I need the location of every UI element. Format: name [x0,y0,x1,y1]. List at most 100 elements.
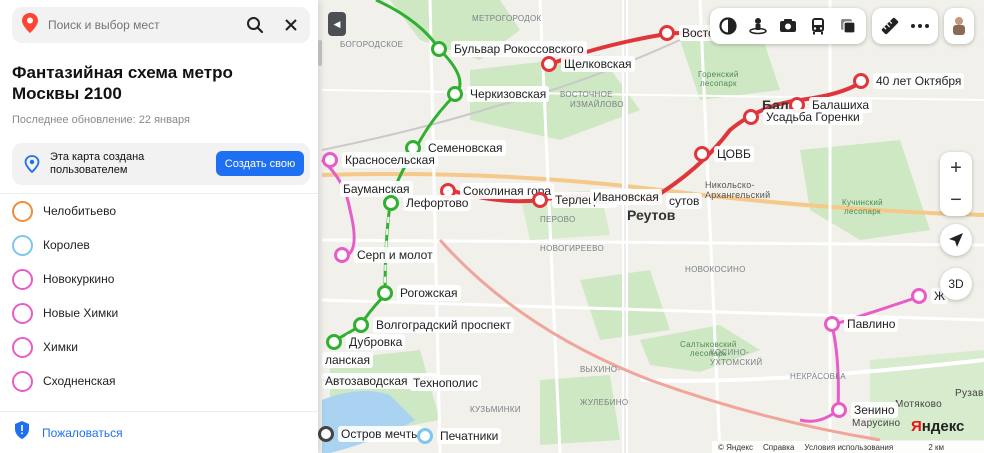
zoom-in-button[interactable]: + [940,152,972,184]
station-name: Павлино [844,316,899,332]
station-dot [694,146,710,162]
station-name: Печатники [437,428,502,444]
station-marker[interactable]: 40 лет Октября [853,73,965,89]
station-marker[interactable]: Дубровка [326,334,406,350]
left-panel: Фантазийная схема метро Москвы 2100 Посл… [0,0,318,453]
line-list-item[interactable]: Новые Химки [0,296,318,330]
line-color-icon [12,268,33,290]
station-dot [383,195,399,211]
close-icon[interactable] [274,7,308,43]
station-marker[interactable]: ЦОВБ [694,146,754,162]
line-list-item[interactable]: Королев [0,228,318,262]
create-own-map-button[interactable]: Создать свою [216,151,304,176]
station-marker[interactable]: Печатники [417,428,502,444]
station-marker[interactable]: Красносельская [322,152,438,168]
station-marker[interactable]: Черкизовская [447,86,550,102]
station-marker[interactable]: Зенино [831,402,898,418]
station-name: Красносельская [342,152,438,168]
my-location-button[interactable] [940,224,972,256]
district-label: НОВОГИРЕЕВО [540,244,604,253]
last-updated-text: Последнее обновление: 22 января [12,114,190,126]
line-color-icon [12,234,33,256]
station-dot [911,288,927,304]
place-label: Рузаво [955,388,984,399]
user-map-notice: Эта карта создана пользователем Создать … [12,143,310,185]
zoom-out-button[interactable]: − [940,184,972,216]
line-name: Новые Химки [43,306,119,320]
station-dot [532,192,548,208]
station-marker[interactable]: Технополис [410,375,481,391]
panel-scrollbar[interactable] [318,40,322,66]
line-list-item[interactable]: Челобитьево [0,194,318,228]
station-marker[interactable]: Щелковская [541,56,635,72]
station-marker[interactable]: Павлино [824,316,899,332]
search-icon[interactable] [238,7,272,43]
park-label: Кучинский лесопарк [842,198,883,216]
station-marker[interactable]: Лефортово [383,195,472,211]
user-avatar[interactable] [944,8,974,44]
station-marker[interactable]: Рогожская [377,285,461,301]
lines-list: Челобитьево Королев Новокуркино Новые Химки… [0,193,318,411]
station-dot [743,109,759,125]
district-label: ЖУЛЕБИНО [580,398,629,407]
station-dot [659,25,675,41]
line-list-item[interactable]: Химки [0,330,318,364]
search-input[interactable] [48,18,228,32]
station-name: Серп и молот [354,247,436,263]
transport-icon[interactable] [803,11,833,41]
line-list-item[interactable]: Сходненская [0,364,318,398]
station-name: Технополис [410,375,481,391]
ruler-icon[interactable] [875,11,905,41]
station-name: Черкизовская [467,86,550,102]
station-dot [541,56,557,72]
station-marker[interactable]: Восто [659,25,718,41]
terms-link[interactable]: Условия использования [804,443,893,452]
navigation-arrow-icon [949,233,963,247]
collapse-panel-button[interactable]: ◀ [328,12,346,36]
search-bar[interactable] [12,7,310,43]
station-name: Щелковская [561,56,635,72]
layers-toolbar [710,8,866,44]
station-marker[interactable]: Усадьба Горенки [743,109,863,125]
district-label: НОВОКОСИНО [685,265,746,274]
place-label: Марусино [852,418,901,429]
station-marker[interactable]: Волгоградский проспект [353,317,514,333]
camera-icon[interactable] [773,11,803,41]
district-label: УХТОМСКИЙ [710,358,763,367]
place-label: Мотяково [895,399,942,410]
district-label: БОГОРОДСКОЕ [340,40,404,49]
map-type-icon[interactable] [833,11,863,41]
line-name: Новокуркино [43,272,115,286]
line-color-icon [12,370,33,392]
avatar-icon [953,17,965,35]
line-list-item[interactable]: Новокуркино [0,262,318,296]
map-layers-icon[interactable] [713,11,743,41]
station-marker[interactable]: Бульвар Рокоссовского [431,41,587,57]
copyright-link[interactable]: © Яндекс [718,443,753,452]
station-name: Лефортово [403,195,472,211]
panorama-icon[interactable] [743,11,773,41]
line-name: Королев [43,238,90,252]
help-link[interactable]: Справка [763,443,794,452]
line-name: Челобитьево [43,204,116,218]
scale-label: 2 км [928,442,944,452]
more-icon[interactable] [905,11,935,41]
station-name: ланская [322,352,373,368]
station-name: Зенино [851,402,898,418]
line-color-icon [12,200,33,222]
station-marker[interactable]: Ивановская [590,189,662,205]
station-marker[interactable]: ланская [322,352,373,368]
three-d-button[interactable]: 3D [940,268,972,300]
station-marker[interactable]: Остров мечты [318,426,423,442]
station-dot [322,152,338,168]
district-label: НЕКРАСОВКА [790,372,846,381]
station-marker[interactable]: Серп и молот [334,247,436,263]
district-label: ИЗМАЙЛОВО [570,100,624,109]
park-label: Салтыковский лесопарк [680,340,737,358]
complain-link[interactable]: Пожаловаться [0,411,318,453]
line-name: Химки [43,340,78,354]
station-name: Дубровка [346,334,406,350]
chevron-left-icon: ◀ [333,18,341,29]
station-dot [417,428,433,444]
district-label: ПЕРОВО [540,215,576,224]
